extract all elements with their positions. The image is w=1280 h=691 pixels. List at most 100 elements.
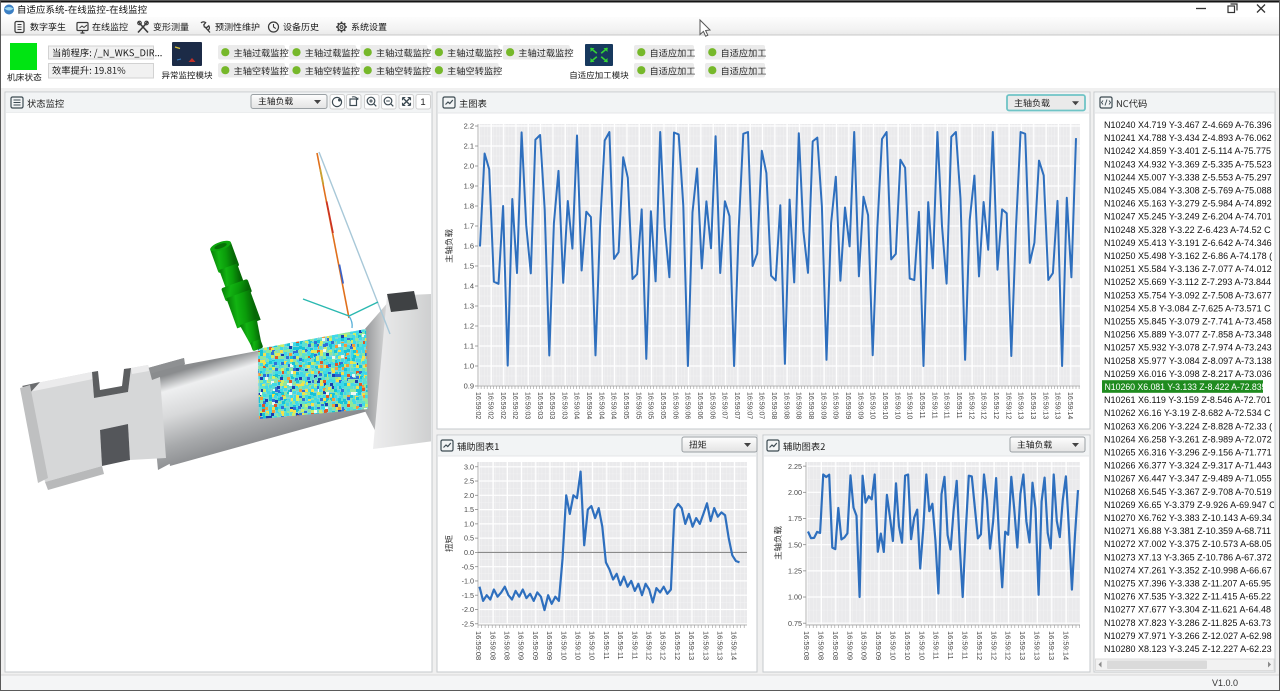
svg-text:N10264 X6.258 Y-3.261 Z-8.989: N10264 X6.258 Y-3.261 Z-8.989 A-72.072 bbox=[1104, 434, 1272, 444]
svg-text:16:59:10: 16:59:10 bbox=[917, 631, 926, 660]
svg-text:16:59:12: 16:59:12 bbox=[975, 631, 984, 660]
svg-text:N10253 X5.754 Y-3.092 Z-7.508: N10253 X5.754 Y-3.092 Z-7.508 A-73.677 bbox=[1104, 290, 1272, 300]
svg-text:16:59:05: 16:59:05 bbox=[647, 392, 654, 419]
svg-text:N10248 X5.328 Y-3.22 Z-6.423 A: N10248 X5.328 Y-3.22 Z-6.423 A-74.52 C bbox=[1104, 225, 1271, 235]
svg-text:N10262 X6.16 Y-3.19 Z-8.682 A-: N10262 X6.16 Y-3.19 Z-8.682 A-72.534 C bbox=[1104, 408, 1271, 418]
svg-text:16:59:11: 16:59:11 bbox=[946, 631, 955, 660]
svg-text:16:59:02: 16:59:02 bbox=[486, 392, 493, 419]
svg-text:2.0: 2.0 bbox=[464, 162, 474, 171]
svg-text:16:59:07: 16:59:07 bbox=[758, 392, 765, 419]
svg-text:16:59:07: 16:59:07 bbox=[721, 392, 728, 419]
svg-text:1.4: 1.4 bbox=[464, 282, 474, 291]
svg-text:16:59:08: 16:59:08 bbox=[795, 392, 802, 419]
svg-text:16:59:12: 16:59:12 bbox=[992, 392, 999, 419]
svg-text:16:59:12: 16:59:12 bbox=[1004, 392, 1011, 419]
svg-text:N10246 X5.163 Y-3.279 Z-5.984: N10246 X5.163 Y-3.279 Z-5.984 A-74.892 bbox=[1104, 199, 1272, 209]
svg-text:16:59:09: 16:59:09 bbox=[832, 392, 839, 419]
svg-text:N10252 X5.669 Y-3.112 Z-7.293: N10252 X5.669 Y-3.112 Z-7.293 A-73.844 bbox=[1104, 277, 1271, 287]
svg-text:-0.5: -0.5 bbox=[462, 562, 474, 571]
svg-text:N10265 X6.316 Y-3.296 Z-9.156: N10265 X6.316 Y-3.296 Z-9.156 A-71.771 bbox=[1104, 448, 1272, 458]
svg-text:16:59:08: 16:59:08 bbox=[503, 631, 512, 660]
svg-text:16:59:09: 16:59:09 bbox=[860, 631, 869, 660]
svg-text:1.5: 1.5 bbox=[464, 505, 474, 514]
svg-text:2.1: 2.1 bbox=[464, 142, 474, 151]
svg-text:N10279 X7.971 Y-3.266 Z-12.027: N10279 X7.971 Y-3.266 Z-12.027 A-62.98 bbox=[1104, 631, 1272, 641]
svg-text:N10275 X7.396 Y-3.338 Z-11.207: N10275 X7.396 Y-3.338 Z-11.207 A-65.95 bbox=[1104, 579, 1271, 589]
svg-text:16:59:10: 16:59:10 bbox=[559, 631, 568, 660]
svg-text:1.00: 1.00 bbox=[788, 593, 802, 602]
svg-text:16:59:03: 16:59:03 bbox=[548, 392, 555, 419]
svg-text:0.0: 0.0 bbox=[464, 548, 474, 557]
svg-text:N10272 X7.002 Y-3.375 Z-10.573: N10272 X7.002 Y-3.375 Z-10.573 A-68.05 bbox=[1104, 539, 1272, 549]
svg-text:V1.0.0: V1.0.0 bbox=[1212, 678, 1238, 688]
svg-text:N10278 X7.823 Y-3.286 Z-11.825: N10278 X7.823 Y-3.286 Z-11.825 A-63.73 bbox=[1104, 618, 1271, 628]
svg-text:16:59:14: 16:59:14 bbox=[1061, 631, 1070, 660]
svg-text:1.8: 1.8 bbox=[464, 202, 474, 211]
svg-text:2.5: 2.5 bbox=[464, 477, 474, 486]
svg-text:0.5: 0.5 bbox=[464, 534, 474, 543]
svg-text:0.9: 0.9 bbox=[464, 382, 474, 391]
svg-text:16:59:06: 16:59:06 bbox=[671, 392, 678, 419]
svg-text:16:59:13: 16:59:13 bbox=[701, 631, 710, 660]
svg-text:2.00: 2.00 bbox=[788, 488, 802, 497]
svg-text:-2.5: -2.5 bbox=[462, 619, 474, 628]
svg-text:16:59:05: 16:59:05 bbox=[659, 392, 666, 419]
svg-text:N10247 X5.245 Y-3.249 Z-6.204: N10247 X5.245 Y-3.249 Z-6.204 A-74.701 bbox=[1104, 212, 1272, 222]
svg-text:N10242 X4.859 Y-3.401 Z-5.114: N10242 X4.859 Y-3.401 Z-5.114 A-75.775 bbox=[1104, 146, 1271, 156]
svg-text:1.9: 1.9 bbox=[464, 182, 474, 191]
svg-text:16:59:10: 16:59:10 bbox=[903, 631, 912, 660]
svg-text:16:59:11: 16:59:11 bbox=[630, 631, 639, 660]
svg-text:1.25: 1.25 bbox=[788, 566, 802, 575]
svg-text:16:59:09: 16:59:09 bbox=[531, 631, 540, 660]
svg-text:N10273 X7.13 Y-3.365 Z-10.786: N10273 X7.13 Y-3.365 Z-10.786 A-67.372 bbox=[1104, 552, 1272, 562]
svg-text:16:59:13: 16:59:13 bbox=[716, 631, 725, 660]
svg-text:16:59:13: 16:59:13 bbox=[1018, 631, 1027, 660]
svg-text:1.7: 1.7 bbox=[464, 222, 474, 231]
svg-text:N10245 X5.084 Y-3.308 Z-5.769: N10245 X5.084 Y-3.308 Z-5.769 A-75.088 bbox=[1104, 186, 1272, 196]
svg-text:N10261 X6.119 Y-3.159 Z-8.546: N10261 X6.119 Y-3.159 Z-8.546 A-72.701 bbox=[1104, 395, 1271, 405]
svg-text:N10263 X6.206 Y-3.224 Z-8.828: N10263 X6.206 Y-3.224 Z-8.828 A-72.33 ( bbox=[1104, 421, 1272, 431]
svg-text:16:59:11: 16:59:11 bbox=[943, 392, 950, 419]
svg-text:16:59:07: 16:59:07 bbox=[745, 392, 752, 419]
svg-text:1.0: 1.0 bbox=[464, 519, 474, 528]
svg-text:N10249 X5.413 Y-3.191 Z-6.642: N10249 X5.413 Y-3.191 Z-6.642 A-74.346 bbox=[1104, 238, 1272, 248]
svg-text:16:59:10: 16:59:10 bbox=[881, 392, 888, 419]
svg-text:N10258 X5.977 Y-3.084 Z-8.097: N10258 X5.977 Y-3.084 Z-8.097 A-73.138 bbox=[1104, 356, 1272, 366]
svg-text:16:59:12: 16:59:12 bbox=[980, 392, 987, 419]
svg-text:16:59:04: 16:59:04 bbox=[585, 392, 592, 419]
svg-text:16:59:10: 16:59:10 bbox=[588, 631, 597, 660]
svg-text:16:59:09: 16:59:09 bbox=[517, 631, 526, 660]
svg-text:16:59:13: 16:59:13 bbox=[1029, 392, 1036, 419]
svg-text:16:59:09: 16:59:09 bbox=[856, 392, 863, 419]
svg-text:16:59:08: 16:59:08 bbox=[770, 392, 777, 419]
svg-text:16:59:06: 16:59:06 bbox=[708, 392, 715, 419]
svg-text:16:59:12: 16:59:12 bbox=[659, 631, 668, 660]
svg-text:16:59:13: 16:59:13 bbox=[1041, 392, 1048, 419]
svg-text:16:59:08: 16:59:08 bbox=[782, 392, 789, 419]
svg-text:N10268 X6.545 Y-3.367 Z-9.708: N10268 X6.545 Y-3.367 Z-9.708 A-70.519 bbox=[1104, 487, 1272, 497]
svg-text:1.3: 1.3 bbox=[464, 302, 474, 311]
svg-text:16:59:04: 16:59:04 bbox=[597, 392, 604, 419]
svg-text:3.0: 3.0 bbox=[464, 462, 474, 471]
svg-text:N10266 X6.377 Y-3.324 Z-9.317: N10266 X6.377 Y-3.324 Z-9.317 A-71.443 bbox=[1104, 461, 1272, 471]
svg-text:16:59:10: 16:59:10 bbox=[893, 392, 900, 419]
svg-text:N10277 X7.677 Y-3.304 Z-11.621: N10277 X7.677 Y-3.304 Z-11.621 A-64.48 bbox=[1104, 605, 1271, 615]
svg-text:N10251 X5.584 Y-3.136 Z-7.077: N10251 X5.584 Y-3.136 Z-7.077 A-74.012 bbox=[1104, 264, 1272, 274]
svg-text:0.75: 0.75 bbox=[788, 619, 802, 628]
svg-text:16:59:08: 16:59:08 bbox=[802, 631, 811, 660]
svg-text:N10257 X5.932 Y-3.078 Z-7.974: N10257 X5.932 Y-3.078 Z-7.974 A-73.243 bbox=[1104, 343, 1272, 353]
svg-text:16:59:12: 16:59:12 bbox=[1004, 631, 1013, 660]
svg-text:2.25: 2.25 bbox=[788, 462, 802, 471]
svg-text:16:59:13: 16:59:13 bbox=[687, 631, 696, 660]
svg-text:1.0: 1.0 bbox=[464, 362, 474, 371]
svg-text:16:59:06: 16:59:06 bbox=[696, 392, 703, 419]
svg-text:16:59:03: 16:59:03 bbox=[536, 392, 543, 419]
svg-text:1.5: 1.5 bbox=[464, 262, 474, 271]
svg-text:16:59:10: 16:59:10 bbox=[906, 392, 913, 419]
svg-text:16:59:08: 16:59:08 bbox=[807, 392, 814, 419]
svg-text:N10260 X6.081 Y-3.133 Z-8.422: N10260 X6.081 Y-3.133 Z-8.422 A-72.835 bbox=[1105, 382, 1267, 392]
svg-text:N10267 X6.447 Y-3.347 Z-9.489: N10267 X6.447 Y-3.347 Z-9.489 A-71.055 bbox=[1104, 474, 1272, 484]
svg-text:16:59:10: 16:59:10 bbox=[574, 631, 583, 660]
svg-text:N10244 X5.007 Y-3.338 Z-5.553: N10244 X5.007 Y-3.338 Z-5.553 A-75.297 bbox=[1104, 172, 1272, 182]
svg-text:-2.0: -2.0 bbox=[462, 605, 474, 614]
